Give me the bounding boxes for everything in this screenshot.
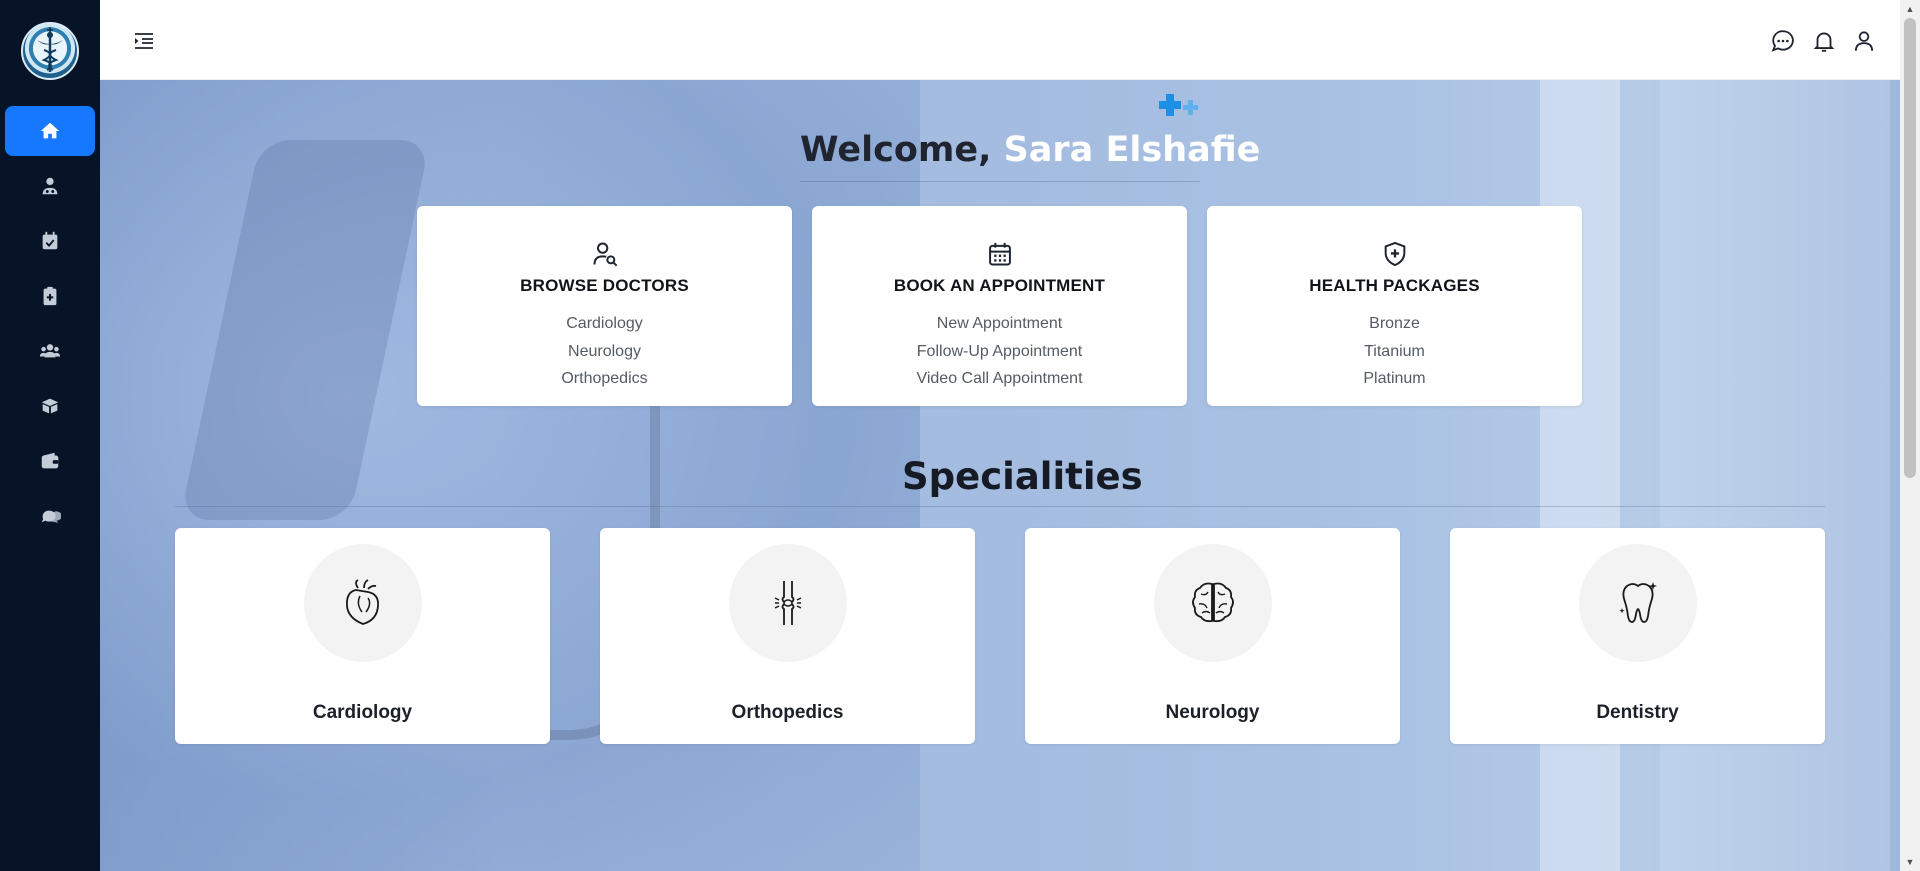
list-item[interactable]: Orthopedics <box>417 365 792 393</box>
doctor-icon <box>42 177 58 195</box>
menu-toggle-icon[interactable] <box>132 29 156 53</box>
browse-doctors-card: BROWSE DOCTORS Cardiology Neurology Orth… <box>417 206 792 406</box>
welcome-greeting: Welcome, <box>800 130 992 170</box>
speciality-icon-circle <box>1153 544 1272 662</box>
chat-bubbles-icon <box>41 510 61 523</box>
calendar-icon <box>988 242 1011 266</box>
scrollbar-thumb[interactable] <box>1904 18 1916 478</box>
top-bar <box>100 0 1900 80</box>
heart-organ-icon <box>345 579 379 625</box>
sidebar <box>0 0 100 871</box>
speciality-label: Dentistry <box>1596 702 1679 723</box>
speciality-card-dentistry[interactable]: Dentistry <box>1450 528 1825 744</box>
welcome-heading: Welcome, Sara Elshafie <box>800 130 1260 182</box>
scroll-down-arrow-icon[interactable]: ▼ <box>1900 855 1920 869</box>
sidebar-item-chat[interactable] <box>5 491 95 541</box>
specialities-divider <box>175 506 1825 507</box>
health-packages-list: Bronze Titanium Platinum <box>1207 310 1582 393</box>
user-name: Sara Elshafie <box>1003 130 1261 170</box>
list-item[interactable]: Video Call Appointment <box>812 365 1187 393</box>
wallet-icon <box>41 452 59 469</box>
sidebar-item-home[interactable] <box>5 106 95 156</box>
tooth-icon <box>1618 582 1657 623</box>
health-packages-card: HEALTH PACKAGES Bronze Titanium Platinum <box>1207 206 1582 406</box>
speciality-label: Orthopedics <box>731 702 844 723</box>
sidebar-item-doctors[interactable] <box>5 161 95 211</box>
chat-icon[interactable] <box>1770 28 1796 54</box>
bone-joint-icon <box>774 581 801 625</box>
list-item[interactable]: New Appointment <box>812 310 1187 338</box>
scroll-up-arrow-icon[interactable]: ▲ <box>1900 2 1920 16</box>
hero-background-wall <box>1660 80 1890 871</box>
shield-plus-icon <box>1384 241 1405 267</box>
page-scrollbar[interactable]: ▲ ▼ <box>1900 0 1920 871</box>
speciality-card-cardiology[interactable]: Cardiology <box>175 528 550 744</box>
calendar-check-icon <box>42 231 58 250</box>
book-appointment-list: New Appointment Follow-Up Appointment Vi… <box>812 310 1187 393</box>
home-icon <box>40 122 60 139</box>
specialities-heading: Specialities <box>902 455 1143 498</box>
sidebar-item-appointments[interactable] <box>5 216 95 266</box>
sidebar-item-family[interactable] <box>5 326 95 376</box>
speciality-label: Cardiology <box>312 702 413 723</box>
speciality-label: Neurology <box>1165 702 1260 723</box>
bell-icon[interactable] <box>1811 28 1837 54</box>
users-icon <box>39 344 61 358</box>
user-search-icon <box>593 242 617 267</box>
clipboard-medical-icon <box>43 286 57 306</box>
hero-background-door <box>1540 80 1620 871</box>
brain-icon <box>1191 582 1234 623</box>
sidebar-item-prescriptions[interactable] <box>5 271 95 321</box>
speciality-icon-circle <box>728 544 847 662</box>
sidebar-item-wallet[interactable] <box>5 436 95 486</box>
speciality-icon-circle <box>1578 544 1697 662</box>
book-appointment-title[interactable]: BOOK AN APPOINTMENT <box>812 276 1187 296</box>
list-item[interactable]: Titanium <box>1207 338 1582 366</box>
browse-doctors-title[interactable]: BROWSE DOCTORS <box>417 276 792 296</box>
plus-decoration-icon <box>1159 94 1198 116</box>
browse-doctors-list: Cardiology Neurology Orthopedics <box>417 310 792 393</box>
speciality-card-orthopedics[interactable]: Orthopedics <box>600 528 975 744</box>
health-packages-title[interactable]: HEALTH PACKAGES <box>1207 276 1582 296</box>
list-item[interactable]: Bronze <box>1207 310 1582 338</box>
list-item[interactable]: Cardiology <box>417 310 792 338</box>
list-item[interactable]: Platinum <box>1207 365 1582 393</box>
book-appointment-card: BOOK AN APPOINTMENT New Appointment Foll… <box>812 206 1187 406</box>
speciality-icon-circle <box>303 544 422 662</box>
speciality-card-neurology[interactable]: Neurology <box>1025 528 1400 744</box>
user-icon[interactable] <box>1851 28 1877 54</box>
box-icon <box>41 398 59 414</box>
list-item[interactable]: Follow-Up Appointment <box>812 338 1187 366</box>
caduceus-logo-icon[interactable] <box>21 22 79 80</box>
sidebar-item-packages[interactable] <box>5 381 95 431</box>
list-item[interactable]: Neurology <box>417 338 792 366</box>
